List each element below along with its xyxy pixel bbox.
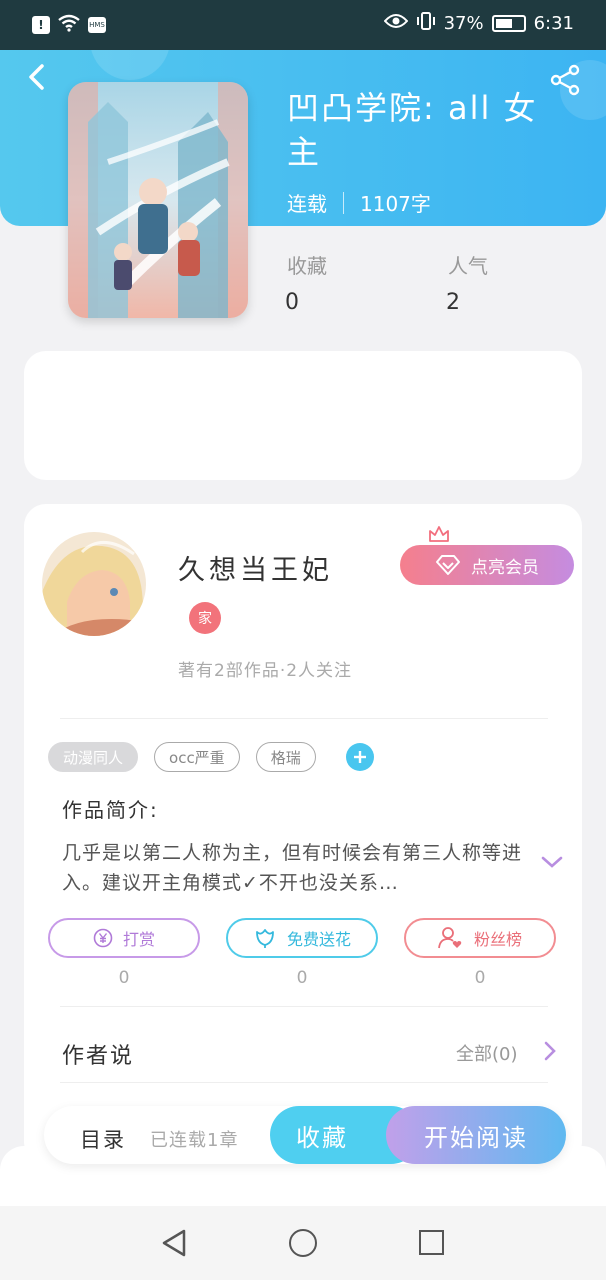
nav-home-icon[interactable]	[289, 1229, 317, 1257]
battery-percent: 37%	[443, 13, 484, 34]
author-says-more-button[interactable]	[541, 1040, 559, 1062]
vip-button-label: 点亮会员	[471, 557, 539, 578]
author-says-all-link[interactable]: 全部(0)	[456, 1040, 518, 1066]
back-button[interactable]	[24, 62, 48, 92]
avatar[interactable]	[42, 532, 146, 636]
divider	[60, 1082, 548, 1083]
add-tag-button[interactable]	[345, 743, 374, 771]
author-name[interactable]: 久想当王妃	[178, 548, 333, 587]
vibrate-icon	[416, 12, 436, 35]
nav-recent-apps-icon[interactable]	[419, 1230, 444, 1255]
decor-bubble	[90, 50, 170, 80]
wifi-icon	[58, 14, 80, 36]
status-bar: ! HMS 37% 6:31	[0, 0, 606, 50]
chevron-left-icon	[29, 64, 44, 90]
book-title: 凹凸学院: all 女主	[287, 89, 538, 171]
diamond-icon	[436, 555, 460, 575]
avatar-image	[42, 532, 146, 636]
plus-icon	[353, 751, 366, 763]
divider	[60, 718, 548, 719]
share-icon	[550, 64, 580, 96]
chevron-right-icon	[544, 1041, 556, 1061]
divider	[60, 1006, 548, 1007]
chevron-down-icon	[541, 856, 563, 868]
flower-count: 0	[296, 968, 308, 988]
popularity-label: 人气	[448, 254, 488, 278]
crown-icon	[429, 526, 449, 542]
start-reading-button[interactable]: 开始阅读	[386, 1106, 566, 1164]
intro-title: 作品简介:	[62, 798, 159, 822]
reward-label: 打赏	[122, 930, 155, 949]
clock-time: 6:31	[533, 13, 574, 34]
send-flower-label: 免费送花	[286, 930, 351, 949]
word-count: 1107字	[360, 192, 431, 216]
send-flower-button[interactable]: 免费送花	[226, 918, 378, 958]
expand-intro-button[interactable]	[540, 852, 564, 872]
reward-button[interactable]: 打赏	[48, 918, 200, 958]
author-says-title: 作者说	[62, 1044, 135, 1069]
popularity-value: 2	[446, 290, 460, 315]
tag-item[interactable]: 动漫同人	[48, 742, 139, 772]
battery-icon	[491, 15, 526, 32]
favorites-label: 收藏	[287, 254, 327, 278]
vip-button[interactable]: 点亮会员	[400, 545, 574, 585]
author-level-badge: 家	[189, 602, 221, 634]
intro-text: 几乎是以第二人称为主，但有时候会有第三人称等进入。建议开主角模式✓不开也没关系…	[62, 842, 523, 894]
share-button[interactable]	[550, 64, 582, 96]
alert-icon: !	[32, 16, 50, 34]
favorites-value: 0	[285, 290, 299, 315]
eye-icon	[383, 13, 408, 34]
toc-button[interactable]: 目录	[80, 1124, 126, 1154]
nav-back-icon[interactable]	[160, 1228, 188, 1258]
serial-status: 连载	[287, 192, 327, 216]
reward-count: 0	[118, 968, 130, 988]
empty-card	[24, 351, 582, 480]
hms-icon: HMS	[88, 17, 106, 33]
cover-illustration	[68, 82, 248, 318]
fans-ranking-button[interactable]: 粉丝榜	[404, 918, 556, 958]
tag-item[interactable]: occ严重	[154, 742, 240, 772]
fans-ranking-label: 粉丝榜	[473, 930, 522, 949]
meta-divider	[343, 191, 344, 214]
flower-icon	[256, 929, 274, 948]
yen-icon	[93, 928, 113, 948]
tag-list: 动漫同人 occ严重 格瑞	[48, 742, 374, 772]
fans-count: 0	[474, 968, 486, 988]
book-cover[interactable]	[68, 82, 248, 318]
tag-item[interactable]: 格瑞	[255, 742, 316, 772]
book-meta: 连载 1107字	[287, 188, 431, 217]
user-heart-icon	[438, 927, 462, 949]
author-stats: 著有2部作品·2人关注	[178, 661, 353, 681]
toc-status: 已连载1章	[150, 1130, 239, 1151]
